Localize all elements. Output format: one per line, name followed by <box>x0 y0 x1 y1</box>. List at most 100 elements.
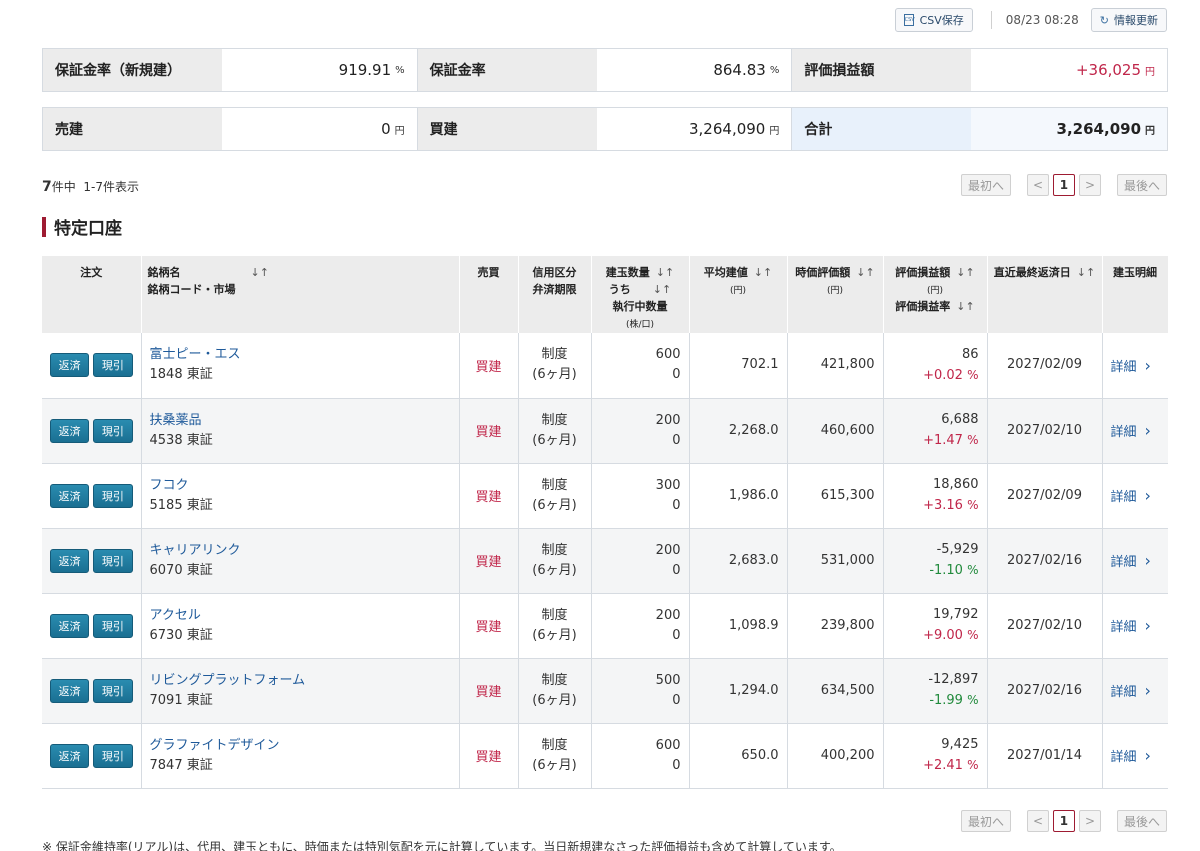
stock-name-link[interactable]: アクセル <box>150 606 451 626</box>
pager-first-button[interactable]: 最初へ <box>960 174 1011 196</box>
close-position-button[interactable]: 返済 <box>50 743 90 768</box>
delivery-button[interactable]: 現引 <box>93 678 133 703</box>
header-qty-label: 建玉数量 <box>605 266 650 279</box>
close-position-button[interactable]: 返済 <box>50 353 90 378</box>
last-repayment-date: 2027/02/16 <box>987 528 1103 594</box>
close-position-button[interactable]: 返済 <box>50 678 90 703</box>
delivery-button[interactable]: 現引 <box>93 613 133 638</box>
detail-link[interactable]: 詳細 › <box>1111 616 1161 635</box>
detail-link[interactable]: 詳細 › <box>1111 421 1161 440</box>
stock-cell: キャリアリンク 6070 東証 <box>141 528 460 594</box>
delivery-button[interactable]: 現引 <box>93 483 133 508</box>
pl-rate: +2.41 % <box>892 755 978 776</box>
stock-code-market: 1848 東証 <box>149 367 213 383</box>
header-avg-unit: (円) <box>729 286 747 296</box>
repayment-term: (6ヶ月) <box>532 497 577 513</box>
summary-value: 3,264,090 円 <box>597 108 793 150</box>
stock-name-link[interactable]: リビングプラットフォーム <box>150 671 451 691</box>
repayment-term: (6ヶ月) <box>532 432 577 448</box>
delivery-button[interactable]: 現引 <box>93 353 133 378</box>
pager-next-button[interactable]: > <box>1078 174 1101 196</box>
pager-page-current[interactable]: 1 <box>1052 810 1075 832</box>
last-repayment-date: 2027/02/09 <box>987 333 1103 399</box>
detail-link[interactable]: 詳細 › <box>1111 356 1161 375</box>
header-detail: 建玉明細 <box>1102 256 1169 333</box>
pl-rate-unit: % <box>967 498 979 512</box>
chevron-right-icon: › <box>1144 616 1151 635</box>
pager-prev-button[interactable]: < <box>1026 810 1049 832</box>
refresh-button[interactable]: ↻ 情報更新 <box>1090 8 1167 32</box>
detail-link[interactable]: 詳細 › <box>1111 681 1161 700</box>
stock-cell: アクセル 6730 東証 <box>141 593 460 659</box>
detail-link[interactable]: 詳細 › <box>1111 551 1161 570</box>
result-suffix: 件中 <box>51 180 76 194</box>
sort-icon[interactable]: ↓↑ <box>656 266 674 279</box>
pl-rate: +3.16 % <box>892 495 979 516</box>
unit-label: 円 <box>769 125 780 137</box>
pager-page-current[interactable]: 1 <box>1052 174 1075 196</box>
header-credit: 信用区分 弁済期限 <box>518 256 592 333</box>
sort-icon[interactable]: ↓↑ <box>1077 266 1095 279</box>
sort-icon[interactable]: ↓↑ <box>956 300 974 313</box>
top-toolbar: CSV CSV保存 08/23 08:28 ↻ 情報更新 <box>894 7 1167 33</box>
pager-next-button[interactable]: > <box>1078 810 1101 832</box>
header-avg[interactable]: 平均建値 ↓↑ (円) <box>689 256 788 333</box>
header-name[interactable]: 銘柄名 ↓↑ 銘柄コード・市場 <box>141 256 460 333</box>
margin-rate-new-value: 919.91 <box>338 61 392 79</box>
pager-last-button[interactable]: 最後へ <box>1116 810 1167 832</box>
detail-label: 詳細 <box>1110 359 1137 375</box>
close-position-button[interactable]: 返済 <box>50 613 90 638</box>
summary-label: 合計 <box>792 108 972 150</box>
header-order-label: 注文 <box>80 266 103 279</box>
detail-cell: 詳細 › <box>1102 723 1168 789</box>
credit-cell: 制度 (6ヶ月) <box>518 658 592 724</box>
csv-save-button[interactable]: CSV CSV保存 <box>894 8 973 32</box>
header-pl[interactable]: 評価損益額 ↓↑ (円) 評価損益率 ↓↑ <box>883 256 988 333</box>
delivery-button[interactable]: 現引 <box>93 418 133 443</box>
sort-icon[interactable]: ↓↑ <box>956 266 974 279</box>
stock-name-link[interactable]: 扶桑薬品 <box>150 411 451 431</box>
header-qty[interactable]: 建玉数量 ↓↑ うち ↓↑ 執行中数量 (株/口) <box>591 256 690 333</box>
unrealized-pl-value: +36,025 <box>1075 61 1142 79</box>
header-mkt[interactable]: 時価評価額 ↓↑ (円) <box>787 256 884 333</box>
detail-link[interactable]: 詳細 › <box>1111 486 1161 505</box>
sort-icon[interactable]: ↓↑ <box>251 266 269 279</box>
summary-row-positions: 売建 0円 買建 3,264,090 円 合計 3,264,090 円 <box>42 107 1168 151</box>
chevron-right-icon: › <box>1144 486 1151 505</box>
table-row: 返済 現引 アクセル 6730 東証 買建 制度 (6ヶ月) 200 0 1,098.9 239,8… <box>42 593 1168 659</box>
header-side-label: 売買 <box>477 266 500 279</box>
toolbar-divider <box>990 11 992 29</box>
delivery-button[interactable]: 現引 <box>93 548 133 573</box>
close-position-button[interactable]: 返済 <box>50 548 90 573</box>
detail-label: 詳細 <box>1110 685 1137 700</box>
stock-code-market: 6730 東証 <box>149 627 213 643</box>
market-value: 400,200 <box>787 723 884 789</box>
header-mkt-label: 時価評価額 <box>795 266 851 279</box>
repayment-term: (6ヶ月) <box>532 367 577 383</box>
stock-name-link[interactable]: 富士ピー・エス <box>150 345 451 365</box>
position-qty: 600 <box>655 737 681 753</box>
chevron-right-icon: › <box>1144 355 1151 375</box>
pager-first-button[interactable]: 最初へ <box>960 810 1011 832</box>
detail-link[interactable]: 詳細 › <box>1111 746 1161 765</box>
detail-cell: 詳細 › <box>1102 333 1168 399</box>
pager-last-button[interactable]: 最後へ <box>1116 174 1167 196</box>
pager-bottom: 最初へ < 1 > 最後へ <box>960 810 1167 832</box>
last-repayment-date: 2027/02/10 <box>987 593 1103 659</box>
pl-amount: -5,929 <box>936 542 979 557</box>
position-qty: 200 <box>655 607 681 623</box>
header-due[interactable]: 直近最終返済日 ↓↑ <box>987 256 1103 333</box>
stock-name-link[interactable]: フコク <box>150 476 451 496</box>
position-qty: 200 <box>655 542 681 558</box>
sort-icon[interactable]: ↓↑ <box>856 266 874 279</box>
sort-icon[interactable]: ↓↑ <box>653 283 671 296</box>
sort-icon[interactable]: ↓↑ <box>754 266 772 279</box>
avg-price: 1,294.0 <box>689 658 788 724</box>
close-position-button[interactable]: 返済 <box>50 483 90 508</box>
stock-name-link[interactable]: グラファイトデザイン <box>150 736 451 756</box>
pager-prev-button[interactable]: < <box>1026 174 1049 196</box>
delivery-button[interactable]: 現引 <box>93 743 133 768</box>
close-position-button[interactable]: 返済 <box>50 418 90 443</box>
executing-qty: 0 <box>672 757 681 773</box>
stock-name-link[interactable]: キャリアリンク <box>150 541 451 561</box>
